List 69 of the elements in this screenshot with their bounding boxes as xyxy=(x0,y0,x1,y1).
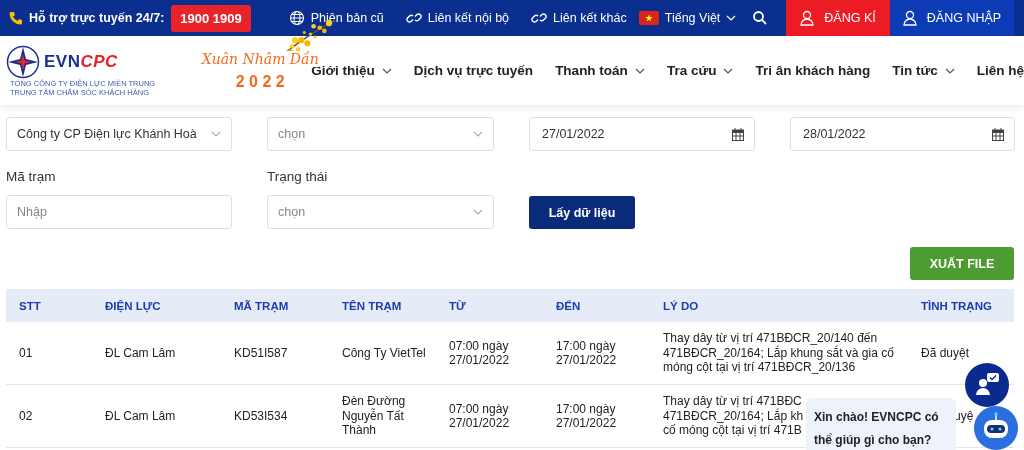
chevron-down-icon xyxy=(473,131,483,137)
table-cell: ĐL Cam Lâm xyxy=(92,384,221,448)
table-cell: ĐL Cam Lâm xyxy=(92,322,221,385)
chevron-down-icon xyxy=(211,131,221,137)
column-header: TÊN TRẠM xyxy=(329,289,436,322)
nav-item[interactable]: Tra cứu xyxy=(666,63,734,78)
chevron-down-icon xyxy=(381,67,392,74)
table-cell: KD53I534 xyxy=(221,384,329,448)
fetch-data-button[interactable]: Lấy dữ liệu xyxy=(529,196,635,229)
top-link[interactable]: Phiên bản cũ xyxy=(288,10,384,26)
calendar-icon xyxy=(732,127,744,141)
table-cell: 01 xyxy=(6,322,92,385)
table-cell: Thay dây từ vị trí 471BĐCR_20/140 đến 471BĐCR_20/164; Lắp khung sắt và gia cố móng cột tại vị trí 471BĐCR_20/136 xyxy=(650,322,908,385)
top-link[interactable]: Liên kết khác xyxy=(531,10,627,26)
register-button[interactable]: ĐĂNG KÍ xyxy=(786,0,890,36)
link-icon xyxy=(405,10,422,26)
chevron-down-icon xyxy=(634,67,645,74)
language-selector[interactable]: Tiếng Việt xyxy=(638,11,737,25)
nav-item[interactable]: Dịch vụ trực tuyến xyxy=(413,63,534,78)
table-cell: KD51I587 xyxy=(221,322,329,385)
column-header: TÌNH TRẠNG xyxy=(908,289,1014,322)
support-chat-button[interactable] xyxy=(965,363,1009,407)
select-field[interactable]: Công ty CP Điện lực Khánh Hoà xyxy=(6,117,232,151)
chevron-down-icon xyxy=(473,209,483,215)
table-cell: Đèn Đường Nguyễn Tất Thành xyxy=(329,384,436,448)
table-cell: Công Ty VietTel xyxy=(329,322,436,385)
hotline-label: Hỗ trợ trực tuyến 24/7: xyxy=(29,11,165,25)
user-icon xyxy=(800,10,815,26)
calendar-icon xyxy=(992,127,1004,141)
table-cell: 02 xyxy=(6,384,92,448)
chevron-down-icon xyxy=(723,67,734,74)
phone-icon xyxy=(8,10,24,26)
nav-item[interactable]: Tin tức xyxy=(892,63,955,78)
column-header: ĐẾN xyxy=(543,289,650,322)
column-header: TỪ xyxy=(436,289,543,322)
table-cell: 17:00 ngày 27/01/2022 xyxy=(543,384,650,448)
festive-year: 2 0 2 2 xyxy=(235,72,285,91)
flag-icon xyxy=(638,11,659,25)
column-header: ĐIỆN LỰC xyxy=(92,289,221,322)
top-link[interactable]: Liên kết nội bộ xyxy=(405,10,510,26)
search-icon xyxy=(752,10,769,26)
chatbot-button[interactable] xyxy=(974,406,1018,450)
hotline-number[interactable]: 1900 1909 xyxy=(171,4,251,32)
chevron-down-icon xyxy=(726,15,737,21)
input-field[interactable]: Nhập xyxy=(6,195,232,229)
nav-item[interactable]: Liên hệ xyxy=(976,63,1024,78)
column-header: MÃ TRẠM xyxy=(221,289,329,322)
brand-name: EVNCPC xyxy=(44,51,118,72)
globe-icon xyxy=(288,10,305,26)
column-header: LÝ DO xyxy=(650,289,908,322)
festive-title: Xuân Nhâm Dần xyxy=(201,50,319,67)
field-label: Trạng thái xyxy=(267,169,329,186)
select-field[interactable]: chọn xyxy=(267,195,494,229)
login-button[interactable]: ĐĂNG NHẬP xyxy=(890,0,1014,36)
date-field[interactable]: 28/01/2022 xyxy=(790,117,1015,151)
field-label: Mã trạm xyxy=(6,169,57,186)
nav-item[interactable]: Tri ân khách hàng xyxy=(755,63,871,78)
table-cell: 07:00 ngày 27/01/2022 xyxy=(436,384,543,448)
chat-greeting: Xin chào! EVNCPC có thể giúp gì cho bạn? xyxy=(806,398,956,450)
column-header: STT xyxy=(6,289,92,322)
date-field[interactable]: 27/01/2022 xyxy=(529,117,755,151)
user-icon xyxy=(902,10,917,26)
chevron-down-icon xyxy=(944,67,955,74)
table-cell: 17:00 ngày 27/01/2022 xyxy=(543,322,650,385)
nav-item[interactable]: Thanh toán xyxy=(555,63,645,78)
star-logo-icon xyxy=(6,44,40,79)
table-cell: 07:00 ngày 27/01/2022 xyxy=(436,322,543,385)
select-field[interactable]: chọn xyxy=(267,117,494,151)
link-icon xyxy=(531,10,548,26)
